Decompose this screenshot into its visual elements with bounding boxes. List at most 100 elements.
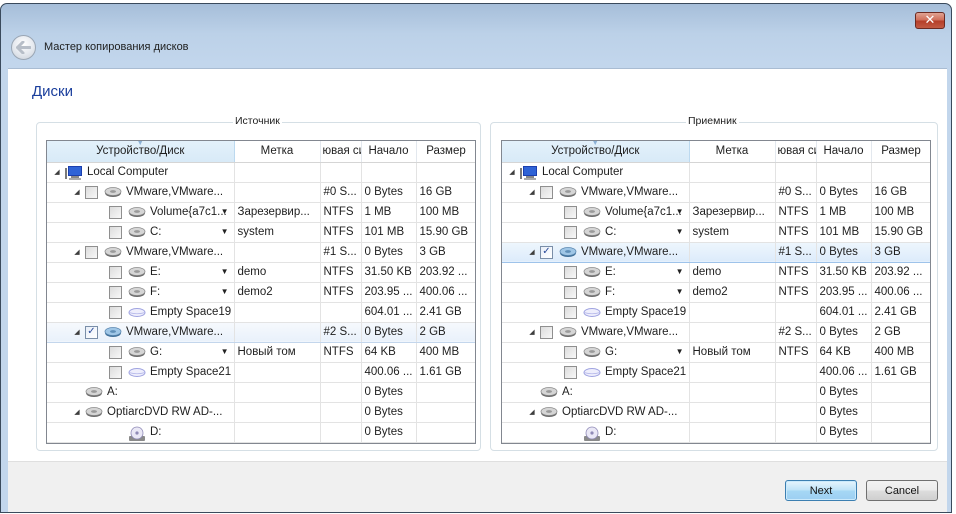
expand-triangle-icon[interactable]: ◢ bbox=[528, 408, 536, 416]
empty-space-icon bbox=[583, 366, 601, 378]
dropdown-arrow-icon[interactable]: ▼ bbox=[676, 227, 684, 236]
dropdown-arrow-icon[interactable]: ▼ bbox=[221, 227, 229, 236]
column-header-label[interactable]: Метка bbox=[234, 141, 321, 163]
tree-row[interactable]: ◢ VMware,VMware... #1 S... 0 Bytes 3 GB bbox=[47, 242, 475, 263]
dropdown-arrow-icon[interactable]: ▼ bbox=[676, 287, 684, 296]
expand-triangle-icon[interactable]: ◢ bbox=[53, 168, 61, 176]
tree-row[interactable]: Volume{a7c1... ▼ Зарезервир... NTFS 1 MB 100 … bbox=[502, 202, 930, 223]
row-checkbox[interactable] bbox=[85, 185, 98, 199]
label-cell bbox=[689, 382, 776, 403]
tree-row[interactable]: ◢ VMware,VMware... #0 S... 0 Bytes 16 GB bbox=[502, 182, 930, 203]
tree-row[interactable]: ◢ OptiarcDVD RW AD-... 0 Bytes bbox=[502, 402, 930, 423]
row-checkbox[interactable] bbox=[540, 325, 553, 339]
dropdown-arrow-icon[interactable]: ▼ bbox=[676, 347, 684, 356]
column-header-label[interactable]: Метка bbox=[689, 141, 776, 163]
tree-row[interactable]: ◢ OptiarcDVD RW AD-... 0 Bytes bbox=[47, 402, 475, 423]
row-checkbox[interactable] bbox=[109, 205, 122, 219]
expand-triangle-icon[interactable]: ◢ bbox=[73, 408, 81, 416]
cancel-button[interactable]: Cancel bbox=[866, 480, 938, 501]
row-checkbox[interactable] bbox=[564, 305, 577, 319]
hard-disk-icon bbox=[583, 206, 601, 218]
start-cell: 203.95 ... bbox=[361, 282, 417, 303]
tree-row[interactable]: D: 0 Bytes bbox=[47, 422, 475, 443]
expand-triangle-icon[interactable]: ◢ bbox=[528, 188, 536, 196]
row-checkbox[interactable] bbox=[564, 285, 577, 299]
tree-row[interactable]: Empty Space19 604.01 ... 2.41 GB bbox=[502, 302, 930, 323]
expand-triangle-icon[interactable]: ◢ bbox=[73, 188, 81, 196]
tree-row[interactable]: E: ▼ demo NTFS 31.50 KB 203.92 ... bbox=[47, 262, 475, 283]
back-button[interactable] bbox=[11, 35, 36, 60]
row-checkbox[interactable] bbox=[109, 305, 122, 319]
column-header-filesystem[interactable]: ювая си bbox=[320, 141, 362, 163]
label-cell bbox=[689, 322, 776, 343]
tree-row[interactable]: ◢A: 0 Bytes bbox=[502, 382, 930, 403]
expand-triangle-icon[interactable]: ◢ bbox=[508, 168, 516, 176]
dropdown-arrow-icon[interactable]: ▼ bbox=[676, 267, 684, 276]
size-cell bbox=[871, 382, 930, 403]
tree-row[interactable]: ◢ Local Computer bbox=[47, 162, 475, 183]
label-cell: demo bbox=[689, 262, 776, 283]
hard-disk-icon bbox=[128, 266, 146, 278]
tree-row[interactable]: ◢A: 0 Bytes bbox=[47, 382, 475, 403]
column-header-filesystem[interactable]: ювая си bbox=[775, 141, 817, 163]
row-checkbox[interactable] bbox=[564, 205, 577, 219]
dropdown-arrow-icon[interactable]: ▼ bbox=[221, 267, 229, 276]
row-checkbox[interactable] bbox=[564, 265, 577, 279]
row-checkbox[interactable] bbox=[109, 265, 122, 279]
column-header-start[interactable]: Начало bbox=[816, 141, 872, 163]
start-cell: 101 MB bbox=[361, 222, 417, 243]
row-checkbox[interactable] bbox=[564, 365, 577, 379]
tree-row[interactable]: Empty Space21 400.06 ... 1.61 GB bbox=[47, 362, 475, 383]
row-checkbox[interactable]: ✓ bbox=[85, 325, 98, 339]
dropdown-arrow-icon[interactable]: ▼ bbox=[221, 207, 229, 216]
tree-row[interactable]: ◢ VMware,VMware... #0 S... 0 Bytes 16 GB bbox=[47, 182, 475, 203]
tree-row[interactable]: Volume{a7c1... ▼ Зарезервир... NTFS 1 MB 100 … bbox=[47, 202, 475, 223]
row-checkbox[interactable] bbox=[109, 225, 122, 239]
expand-triangle-icon[interactable]: ◢ bbox=[73, 328, 81, 336]
row-checkbox[interactable] bbox=[109, 285, 122, 299]
label-cell: Новый том bbox=[689, 342, 776, 363]
row-checkbox[interactable] bbox=[85, 245, 98, 259]
tree-row[interactable]: D: 0 Bytes bbox=[502, 422, 930, 443]
row-checkbox[interactable] bbox=[109, 365, 122, 379]
column-header-device[interactable]: ▼ Устройство/Диск bbox=[502, 141, 690, 163]
tree-row[interactable]: F: ▼ demo2 NTFS 203.95 ... 400.06 ... bbox=[502, 282, 930, 303]
tree-row[interactable]: ◢ VMware,VMware... #2 S... 0 Bytes 2 GB bbox=[502, 322, 930, 343]
size-cell: 100 MB bbox=[416, 202, 475, 223]
column-header-device[interactable]: ▼ Устройство/Диск bbox=[47, 141, 235, 163]
tree-row[interactable]: ◢ Local Computer bbox=[502, 162, 930, 183]
filesystem-cell: NTFS bbox=[320, 262, 362, 283]
dropdown-arrow-icon[interactable]: ▼ bbox=[221, 347, 229, 356]
column-header-start[interactable]: Начало bbox=[361, 141, 417, 163]
tree-row[interactable]: ◢ ✓ VMware,VMware... #1 S... 0 Bytes 3 GB bbox=[502, 241, 930, 263]
row-checkbox[interactable] bbox=[564, 225, 577, 239]
close-button[interactable]: ✕ bbox=[915, 12, 945, 29]
device-cell: G: ▼ bbox=[47, 342, 235, 363]
row-checkbox[interactable]: ✓ bbox=[540, 245, 553, 259]
column-header-size[interactable]: Размер bbox=[871, 141, 930, 163]
tree-row[interactable]: Empty Space21 400.06 ... 1.61 GB bbox=[502, 362, 930, 383]
expand-triangle-icon[interactable]: ◢ bbox=[528, 248, 536, 256]
start-cell: 0 Bytes bbox=[361, 321, 417, 343]
dropdown-arrow-icon[interactable]: ▼ bbox=[221, 287, 229, 296]
label-cell bbox=[689, 302, 776, 323]
dropdown-arrow-icon[interactable]: ▼ bbox=[676, 207, 684, 216]
start-cell: 101 MB bbox=[816, 222, 872, 243]
tree-row[interactable]: Empty Space19 604.01 ... 2.41 GB bbox=[47, 302, 475, 323]
wizard-footer: Next Cancel bbox=[8, 461, 947, 512]
tree-row[interactable]: G: ▼ Новый том NTFS 64 KB 400 MB bbox=[502, 342, 930, 363]
tree-row[interactable]: C: ▼ system NTFS 101 MB 15.90 GB bbox=[47, 222, 475, 243]
tree-row[interactable]: F: ▼ demo2 NTFS 203.95 ... 400.06 ... bbox=[47, 282, 475, 303]
next-button[interactable]: Next bbox=[785, 480, 857, 501]
tree-row[interactable]: E: ▼ demo NTFS 31.50 KB 203.92 ... bbox=[502, 262, 930, 283]
expand-triangle-icon[interactable]: ◢ bbox=[73, 248, 81, 256]
row-checkbox[interactable] bbox=[109, 345, 122, 359]
hard-disk-icon bbox=[540, 406, 558, 418]
tree-row[interactable]: ◢ ✓ VMware,VMware... #2 S... 0 Bytes 2 GB bbox=[47, 321, 475, 343]
row-checkbox[interactable] bbox=[540, 185, 553, 199]
column-header-size[interactable]: Размер bbox=[416, 141, 475, 163]
row-checkbox[interactable] bbox=[564, 345, 577, 359]
tree-row[interactable]: G: ▼ Новый том NTFS 64 KB 400 MB bbox=[47, 342, 475, 363]
tree-row[interactable]: C: ▼ system NTFS 101 MB 15.90 GB bbox=[502, 222, 930, 243]
expand-triangle-icon[interactable]: ◢ bbox=[528, 328, 536, 336]
